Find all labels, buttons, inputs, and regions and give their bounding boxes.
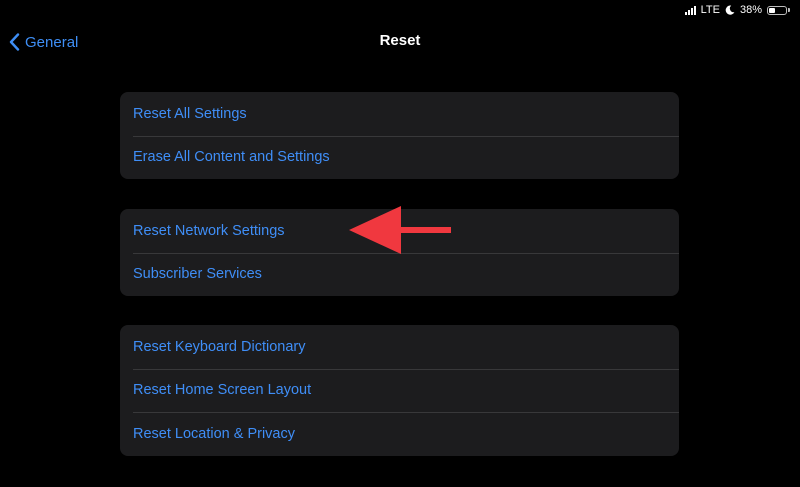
row-label: Reset Home Screen Layout: [133, 382, 312, 399]
settings-screen: LTE 38% General Reset Reset All Settings…: [0, 0, 800, 487]
row-label: Reset Keyboard Dictionary: [133, 338, 306, 355]
reset-keyboard-dictionary-row[interactable]: Reset Keyboard Dictionary: [120, 325, 679, 369]
row-label: Subscriber Services: [133, 266, 262, 283]
battery-cap: [788, 8, 790, 12]
battery-percent: 38%: [739, 4, 762, 16]
row-label: Reset Location & Privacy: [133, 425, 295, 442]
row-label: Reset All Settings: [133, 105, 247, 122]
network-type: LTE: [700, 4, 720, 16]
page-title: Reset: [379, 32, 421, 49]
row-label: Reset Network Settings: [133, 222, 285, 239]
red-arrow-icon: [349, 206, 451, 254]
battery-icon: [767, 5, 787, 15]
reset-location-privacy-row[interactable]: Reset Location & Privacy: [120, 412, 679, 456]
battery-level-fill: [769, 7, 775, 13]
status-bar: LTE 38%: [684, 3, 790, 17]
signal-bars-icon: [684, 5, 696, 15]
reset-group-misc: Reset Keyboard Dictionary Reset Home Scr…: [120, 325, 679, 456]
reset-home-screen-layout-row[interactable]: Reset Home Screen Layout: [120, 368, 679, 413]
row-label: Erase All Content and Settings: [133, 149, 330, 166]
reset-all-settings-row[interactable]: Reset All Settings: [120, 92, 679, 136]
erase-all-content-row[interactable]: Erase All Content and Settings: [120, 135, 679, 180]
do-not-disturb-moon-icon: [725, 5, 735, 15]
subscriber-services-row[interactable]: Subscriber Services: [120, 252, 679, 297]
reset-group-general: Reset All Settings Erase All Content and…: [120, 92, 679, 179]
